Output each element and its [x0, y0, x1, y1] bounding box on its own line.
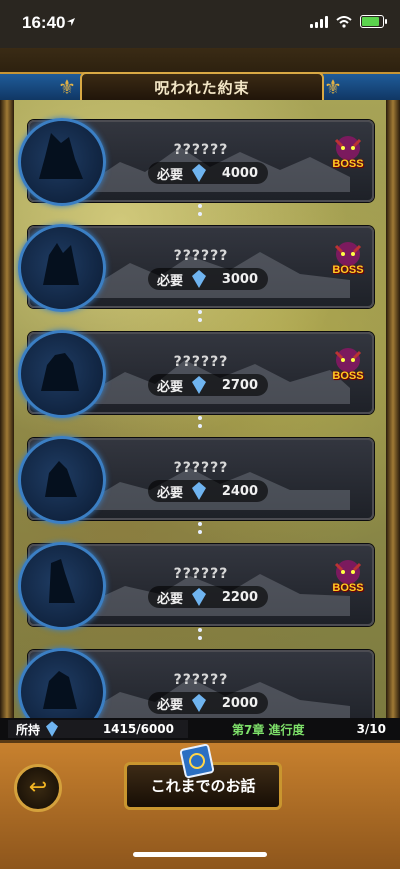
status-time: 16:40 — [22, 13, 66, 32]
path-dot — [198, 424, 202, 428]
progress-value: 3/10 — [356, 722, 386, 736]
requirement-label: 必要 — [156, 167, 183, 183]
silhouette-icon — [43, 243, 79, 285]
path-dot — [198, 522, 202, 526]
requirement-value: 2200 — [221, 589, 258, 605]
chapter-portrait — [18, 436, 106, 524]
requirement-pill: 必要 2200 — [148, 586, 268, 608]
requirement-label: 必要 — [156, 379, 183, 395]
home-indicator — [133, 852, 267, 857]
back-arrow-icon: ↩ — [28, 775, 48, 800]
silhouette-icon — [41, 353, 79, 391]
back-button[interactable]: ↩ — [14, 764, 62, 812]
owned-crystals: 所持 1415/6000 — [8, 720, 188, 738]
path-dot — [198, 636, 202, 640]
wifi-icon — [336, 15, 352, 28]
owned-value: 1415/6000 — [102, 722, 174, 736]
path-dot — [198, 628, 202, 632]
silhouette-icon — [45, 461, 77, 497]
boss-label: BOSS — [332, 264, 364, 276]
requirement-value: 2000 — [221, 695, 258, 711]
boss-label: BOSS — [332, 158, 364, 170]
requirement-value: 3000 — [221, 271, 258, 287]
crystal-icon — [192, 588, 206, 606]
crystal-icon — [192, 694, 206, 712]
requirement-value: 4000 — [221, 165, 258, 181]
path-dot — [198, 310, 202, 314]
silhouette-icon — [49, 559, 75, 603]
requirement-value: 2700 — [221, 377, 258, 393]
requirement-pill: 必要 2400 — [148, 480, 268, 502]
requirement-label: 必要 — [156, 591, 183, 607]
requirement-pill: 必要 2000 — [148, 692, 268, 714]
location-arrow-icon — [67, 18, 75, 26]
requirement-label: 必要 — [156, 485, 183, 501]
boss-badge: BOSS — [328, 556, 368, 600]
right-frame — [386, 100, 400, 720]
requirement-pill: 必要 2700 — [148, 374, 268, 396]
chapter-portrait — [18, 118, 106, 206]
requirement-pill: 必要 4000 — [148, 162, 268, 184]
path-dot — [198, 212, 202, 216]
requirement-label: 必要 — [156, 697, 183, 713]
silhouette-icon — [43, 671, 77, 709]
crystal-icon — [192, 270, 206, 288]
requirement-pill: 必要 3000 — [148, 268, 268, 290]
left-ornament-icon: ⚜ — [58, 75, 76, 99]
progress-label: 第7章 進行度 — [232, 722, 305, 737]
silhouette-icon — [39, 133, 83, 179]
requirement-label: 必要 — [156, 273, 183, 289]
path-dot — [198, 318, 202, 322]
path-dot — [198, 530, 202, 534]
crystal-icon — [192, 482, 206, 500]
crystal-icon — [46, 721, 59, 737]
boss-badge: BOSS — [328, 344, 368, 388]
boss-label: BOSS — [332, 582, 364, 594]
battery-icon — [360, 15, 387, 28]
chapter-portrait — [18, 224, 106, 312]
crystal-icon — [192, 164, 206, 182]
status-bar: 16:40 — [0, 0, 400, 48]
boss-label: BOSS — [332, 370, 364, 382]
crystal-icon — [192, 376, 206, 394]
book-icon — [179, 743, 215, 779]
owned-label: 所持 — [16, 722, 41, 737]
path-dot — [198, 204, 202, 208]
chapter-portrait — [18, 542, 106, 630]
requirement-value: 2400 — [221, 483, 258, 499]
left-frame — [0, 100, 14, 720]
path-dot — [198, 416, 202, 420]
signal-icon — [310, 15, 328, 28]
chapter-progress: 第7章 進行度 3/10 — [226, 720, 392, 738]
status-icons — [310, 15, 387, 28]
boss-badge: BOSS — [328, 132, 368, 176]
chapter-portrait — [18, 330, 106, 418]
boss-badge: BOSS — [328, 238, 368, 282]
